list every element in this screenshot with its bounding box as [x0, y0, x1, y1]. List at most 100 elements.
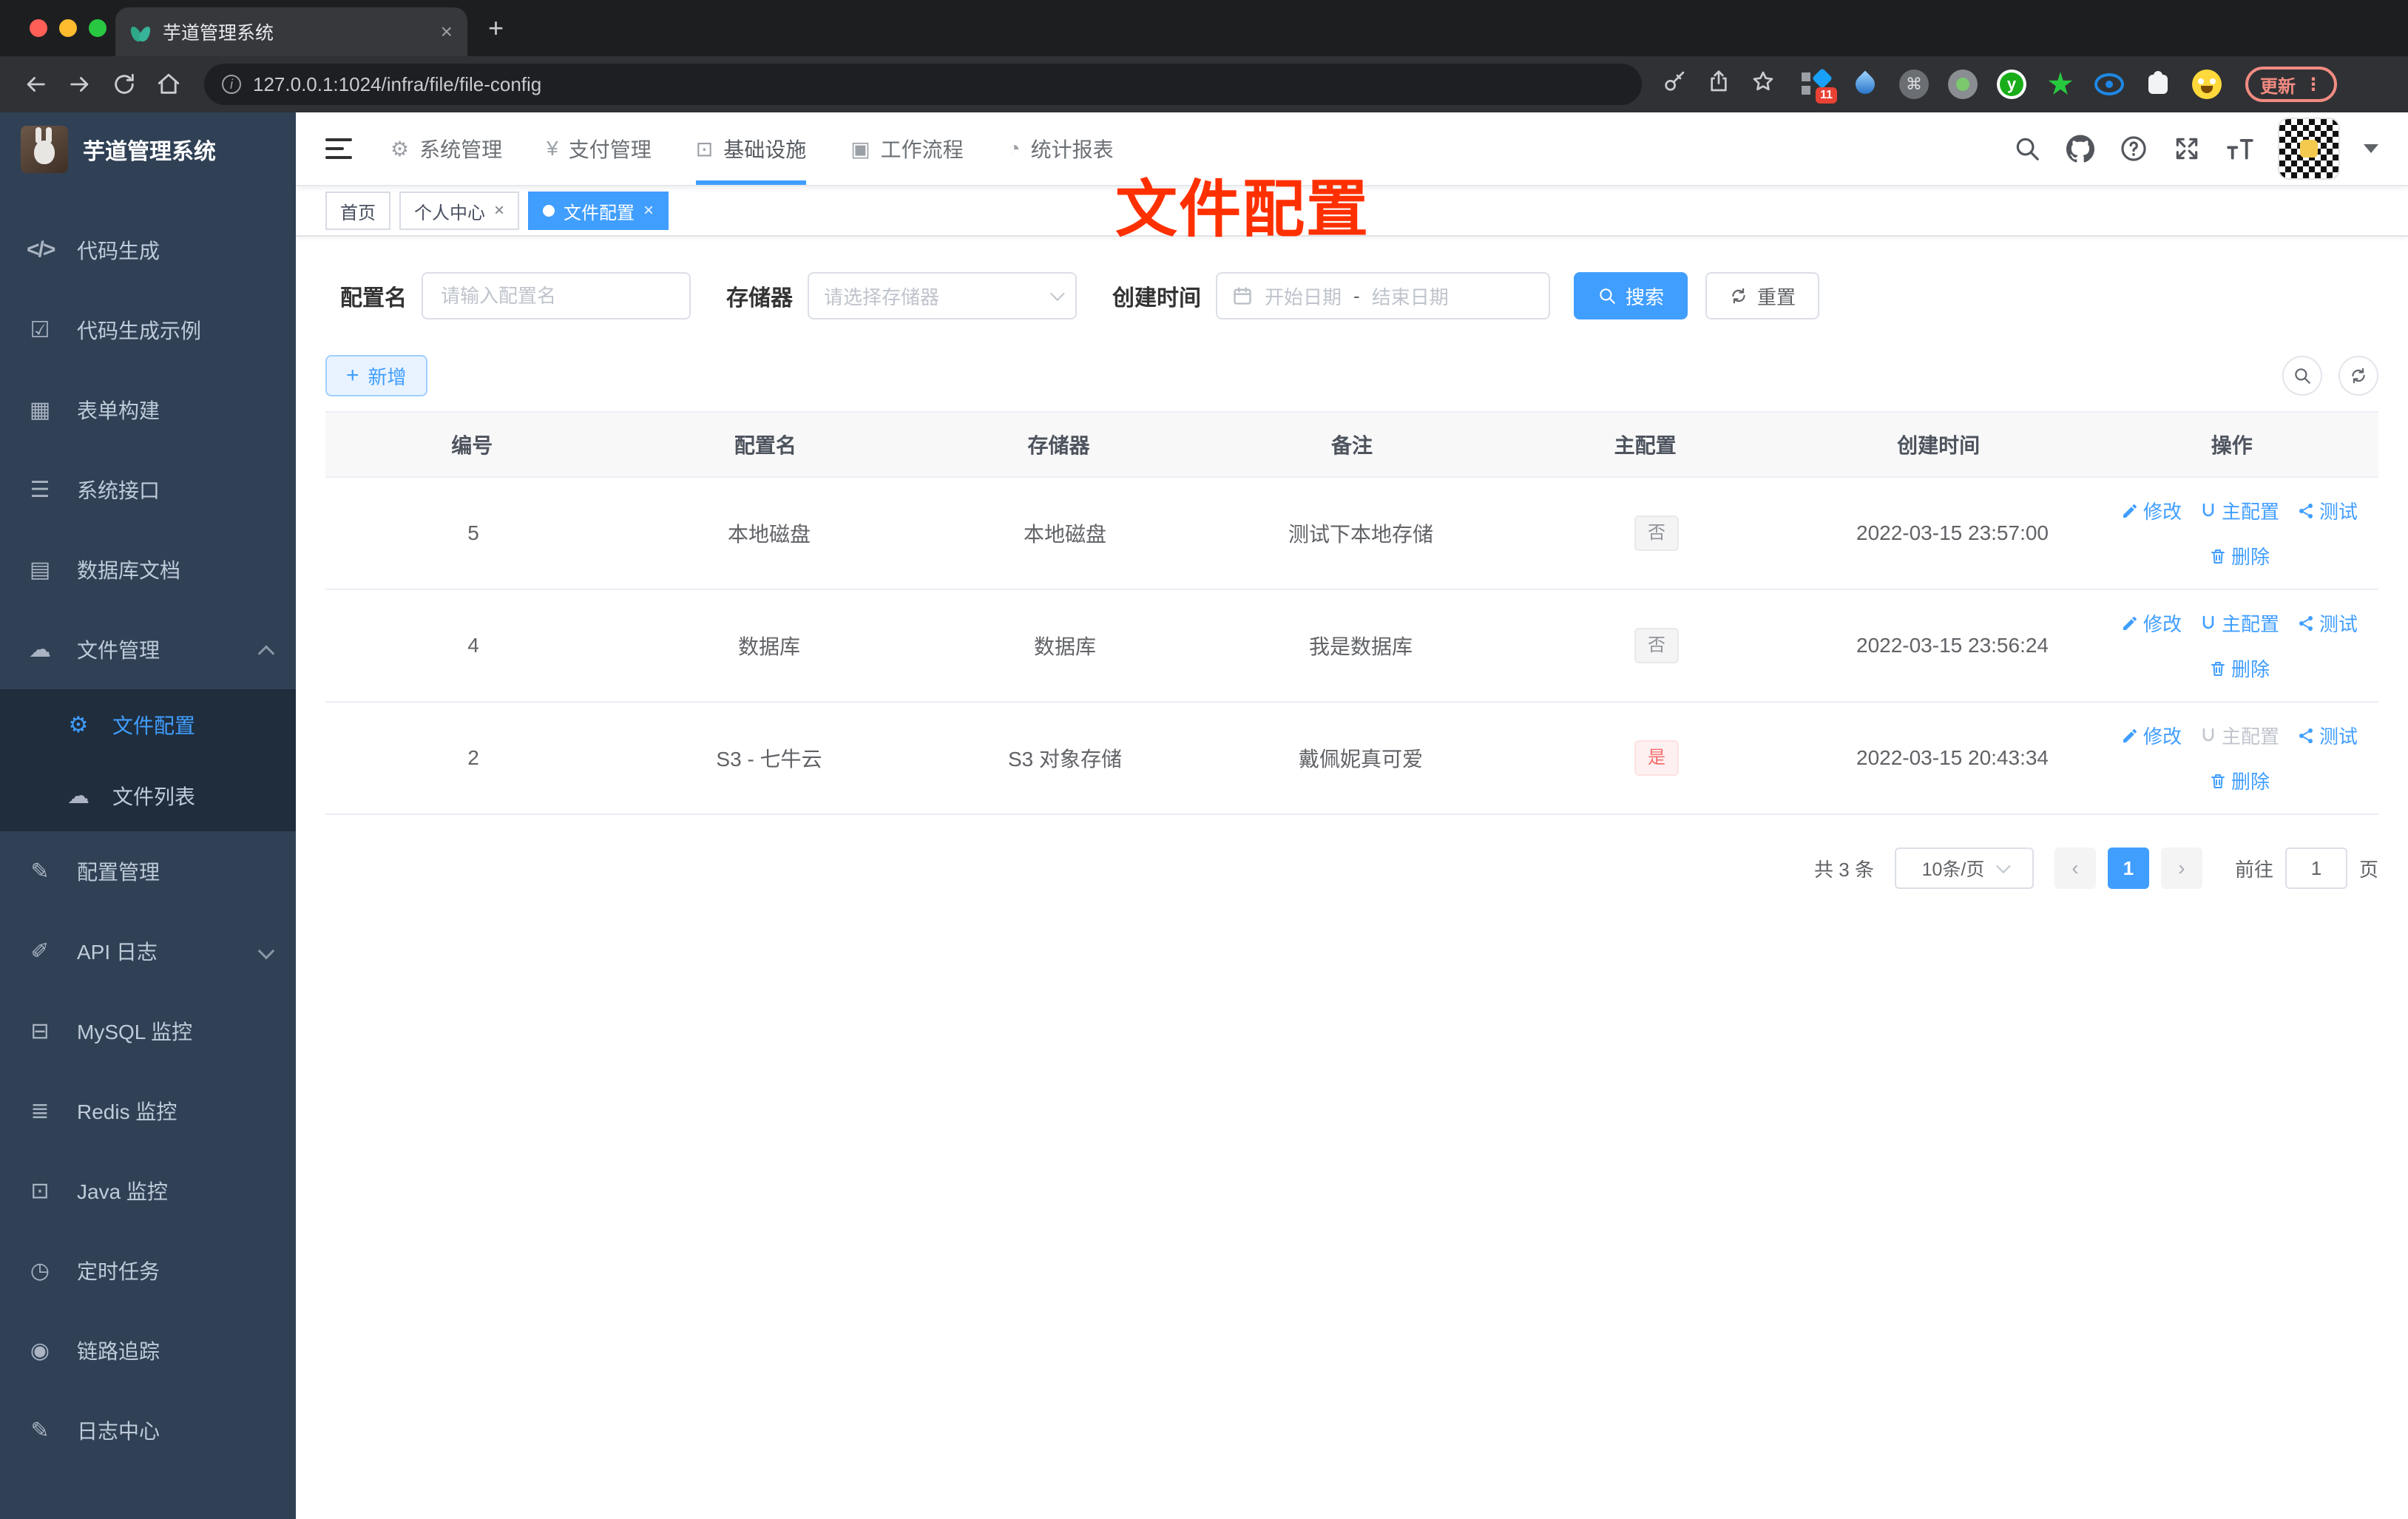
sidebar-item-数据库文档[interactable]: ▤ 数据库文档	[0, 530, 296, 609]
sliders-icon: ☰	[30, 477, 50, 502]
letter-y-extension-icon[interactable]: y	[1997, 70, 2026, 99]
tag-首页[interactable]: 首页	[325, 192, 390, 230]
back-icon[interactable]	[18, 67, 53, 102]
config-name-input[interactable]	[422, 272, 691, 319]
close-icon[interactable]: ×	[494, 200, 504, 221]
reload-icon[interactable]	[106, 67, 142, 102]
test-link[interactable]: 测试	[2297, 497, 2358, 524]
prev-page-button[interactable]: ‹	[2054, 848, 2096, 889]
tag-文件配置[interactable]: 文件配置 ×	[528, 192, 669, 230]
col-remark: 备注	[1331, 434, 1373, 457]
shield-check-icon: ☑	[30, 317, 50, 342]
url-text[interactable]: 127.0.0.1:1024/infra/file/file-config	[253, 73, 1624, 96]
date-range-picker[interactable]: 开始日期 - 结束日期	[1216, 272, 1550, 319]
current-page[interactable]: 1	[2107, 848, 2149, 889]
help-icon[interactable]	[2120, 135, 2148, 163]
browser-update-button[interactable]: 更新 ⋮	[2245, 67, 2337, 102]
sidebar-item-文件配置[interactable]: ⚙ 文件配置	[0, 689, 296, 760]
sidebar-item-定时任务[interactable]: ◷ 定时任务	[0, 1231, 296, 1310]
close-icon[interactable]: ×	[643, 200, 654, 221]
search-icon[interactable]	[2013, 135, 2041, 163]
close-tab-icon[interactable]: ×	[441, 20, 453, 44]
next-page-button[interactable]: ›	[2160, 848, 2202, 889]
home-icon[interactable]	[151, 67, 186, 102]
test-link[interactable]: 测试	[2297, 609, 2358, 637]
avatar[interactable]	[2278, 118, 2340, 180]
window-controls[interactable]	[30, 19, 106, 37]
new-tab-button[interactable]: +	[488, 15, 504, 41]
close-window-button[interactable]	[30, 19, 47, 37]
sidebar-logo-row[interactable]: 芋道管理系统	[0, 112, 296, 186]
sidebar-item-代码生成[interactable]: </> 代码生成	[0, 210, 296, 290]
zoom-window-button[interactable]	[89, 19, 106, 37]
sidebar-item-label: 代码生成	[77, 240, 160, 263]
show-search-button[interactable]	[2282, 356, 2322, 396]
sidebar-item-Redis-监控[interactable]: ≣ Redis 监控	[0, 1071, 296, 1151]
edit-link[interactable]: 修改	[2121, 722, 2182, 749]
top-nav-基础设施[interactable]: ⊡ 基础设施	[695, 112, 807, 185]
browser-tab[interactable]: 芋道管理系统 ×	[115, 7, 467, 56]
cell-remark: 戴佩妮真可爱	[1298, 748, 1423, 771]
font-size-icon[interactable]	[2226, 135, 2254, 163]
command-extension-icon[interactable]: ⌘	[1899, 70, 1929, 99]
delete-link[interactable]: 删除	[2209, 654, 2270, 682]
edit-link[interactable]: 修改	[2121, 497, 2182, 524]
top-nav-支付管理[interactable]: ¥ 支付管理	[547, 112, 652, 185]
sidebar-item-日志中心[interactable]: ✎ 日志中心	[0, 1390, 296, 1470]
sidebar-item-表单构建[interactable]: ▦ 表单构建	[0, 370, 296, 450]
sidebar-item-MySQL-监控[interactable]: ⊟ MySQL 监控	[0, 991, 296, 1071]
goto-page-input[interactable]	[2284, 848, 2347, 889]
password-key-icon[interactable]	[1663, 70, 1686, 99]
star-green-extension-icon[interactable]	[2046, 70, 2075, 99]
page-size-select[interactable]: 10条/页	[1894, 848, 2034, 889]
sidebar-item-系统接口[interactable]: ☰ 系统接口	[0, 450, 296, 530]
reset-button[interactable]: 重置	[1705, 272, 1820, 319]
share-icon	[2297, 502, 2315, 520]
storage-select[interactable]: 请选择存储器	[808, 272, 1077, 319]
top-nav-工作流程[interactable]: ▣ 工作流程	[850, 112, 963, 185]
drop-extension-icon[interactable]	[1850, 70, 1880, 99]
delete-link[interactable]: 删除	[2209, 542, 2270, 569]
top-nav-系统管理[interactable]: ⚙ 系统管理	[390, 112, 502, 185]
rabbit-logo	[21, 126, 68, 173]
add-button[interactable]: + 新增	[325, 355, 427, 396]
browser-menu-icon[interactable]: ⋮	[2304, 74, 2322, 95]
trash-icon	[2209, 547, 2227, 565]
site-info-icon[interactable]: i	[222, 75, 241, 94]
pin-grid-extension-icon[interactable]: 11	[1802, 70, 1837, 104]
chevron-up-icon	[257, 645, 275, 662]
fullscreen-icon[interactable]	[2173, 135, 2201, 163]
master-config-link[interactable]: 主配置	[2199, 497, 2279, 524]
delete-link[interactable]: 删除	[2209, 767, 2270, 794]
test-link[interactable]: 测试	[2297, 722, 2358, 749]
tag-个人中心[interactable]: 个人中心 ×	[399, 192, 520, 230]
cloud-download-icon: ☁	[29, 637, 51, 662]
forward-icon[interactable]	[62, 67, 98, 102]
sidebar-item-Java-监控[interactable]: ⊡ Java 监控	[0, 1151, 296, 1231]
minimize-window-button[interactable]	[59, 19, 77, 37]
edit-square-icon: ✎	[30, 859, 50, 884]
top-nav-统计报表[interactable]: ◔ 统计报表	[1008, 112, 1114, 185]
record-extension-icon[interactable]	[1948, 70, 1978, 99]
sidebar-item-API-日志[interactable]: ✐ API 日志	[0, 911, 296, 991]
page-unit-label: 页	[2358, 858, 2378, 881]
master-config-link[interactable]: 主配置	[2199, 609, 2279, 637]
chevron-down-icon[interactable]	[2364, 144, 2378, 153]
github-icon[interactable]	[2066, 135, 2094, 163]
bookmark-star-icon[interactable]	[1751, 70, 1775, 99]
sidebar-item-链路追踪[interactable]: ◉ 链路追踪	[0, 1310, 296, 1390]
share-export-icon[interactable]	[1707, 70, 1731, 99]
sidebar-item-配置管理[interactable]: ✎ 配置管理	[0, 831, 296, 911]
refresh-table-button[interactable]	[2338, 356, 2378, 396]
sidebar-item-文件管理[interactable]: ☁ 文件管理	[0, 609, 296, 689]
eye-blue-extension-icon[interactable]	[2094, 70, 2124, 99]
search-button[interactable]: 搜索	[1574, 272, 1688, 319]
top-nav-label: 统计报表	[1030, 138, 1114, 161]
smiley-extension-icon[interactable]	[2192, 70, 2222, 99]
edit-link[interactable]: 修改	[2121, 609, 2182, 637]
puzzle-extension-icon[interactable]	[2143, 70, 2173, 99]
sidebar-item-代码生成示例[interactable]: ☑ 代码生成示例	[0, 290, 296, 370]
sidebar-item-文件列表[interactable]: ☁ 文件列表	[0, 760, 296, 831]
address-bar[interactable]: i 127.0.0.1:1024/infra/file/file-config	[204, 64, 1642, 105]
collapse-sidebar-icon[interactable]	[325, 138, 352, 159]
